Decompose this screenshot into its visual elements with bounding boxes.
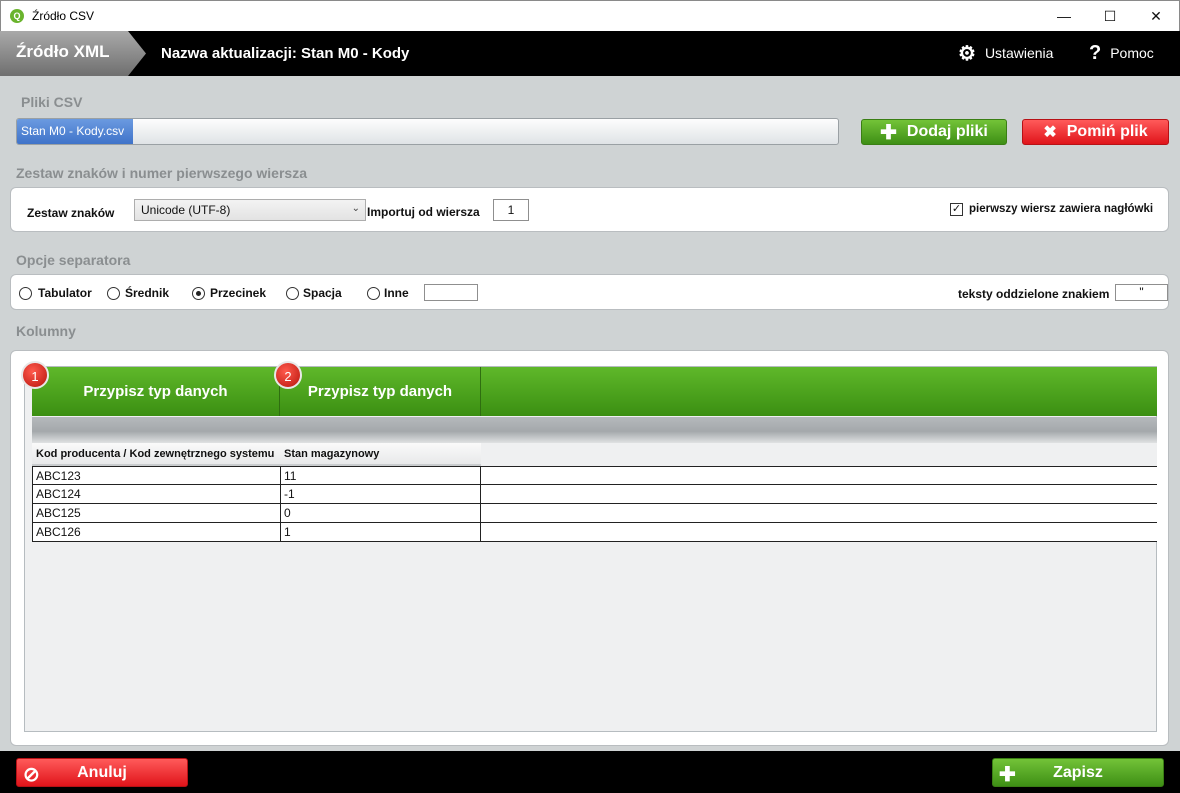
columns-section-title: Kolumny bbox=[16, 323, 76, 339]
column-badge-2: 2 bbox=[274, 361, 302, 389]
radio-comma[interactable] bbox=[192, 287, 205, 300]
update-title: Nazwa aktualizacji: Stan M0 - Kody bbox=[161, 45, 410, 62]
settings-label: Ustawienia bbox=[984, 45, 1054, 61]
add-files-label: Dodaj pliki bbox=[906, 123, 988, 140]
table-cell: ABC125 bbox=[32, 504, 280, 522]
assign-type-header: Przypisz typ danych Przypisz typ danych bbox=[32, 367, 1157, 416]
settings-link[interactable]: ⚙ Ustawienia bbox=[958, 40, 1053, 66]
column-header-1[interactable]: Kod producenta / Kod zewnętrznego system… bbox=[32, 443, 280, 466]
headers-checkbox-label: pierwszy wiersz zawiera nagłówki bbox=[969, 203, 1154, 215]
help-label: Pomoc bbox=[1110, 45, 1154, 61]
radio-other-label: Inne bbox=[384, 286, 409, 300]
plus-icon: ✚ bbox=[880, 121, 897, 144]
separator-section-title: Opcje separatora bbox=[16, 252, 131, 268]
assign-type-button-1[interactable]: Przypisz typ danych bbox=[32, 367, 280, 416]
maximize-button[interactable]: ☐ bbox=[1087, 1, 1133, 32]
text-qualifier-input[interactable]: " bbox=[1115, 284, 1168, 301]
x-icon: ✖ bbox=[1043, 124, 1057, 141]
charset-section-title: Zestaw znaków i numer pierwszego wiersza bbox=[16, 165, 307, 181]
radio-comma-label: Przecinek bbox=[210, 286, 267, 300]
header-separator-strip bbox=[32, 417, 1157, 443]
minimize-button[interactable]: — bbox=[1041, 1, 1087, 32]
data-rows: ABC123 11 ABC124 -1 ABC125 0 ABC126 1 bbox=[32, 466, 1157, 542]
columns-grid: Przypisz typ danych Przypisz typ danych … bbox=[21, 361, 1157, 732]
gear-icon: ⚙ bbox=[958, 42, 976, 65]
file-list[interactable]: Stan M0 - Kody.csv bbox=[16, 118, 839, 145]
table-cell: 0 bbox=[280, 504, 481, 522]
footer-bar: ⊘ Anuluj ✚ Zapisz bbox=[0, 751, 1180, 793]
charset-select[interactable]: Unicode (UTF-8) ⌄ bbox=[134, 199, 366, 221]
column-header-2[interactable]: Stan magazynowy bbox=[280, 443, 481, 466]
radio-space-label: Spacja bbox=[303, 286, 342, 300]
files-section-title: Pliki CSV bbox=[21, 94, 83, 110]
separator-panel: Tabulator Średnik Przecinek Spacja Inne … bbox=[10, 274, 1169, 310]
checkmark-icon: ✓ bbox=[951, 203, 962, 215]
header-bar: Źródło XML Nazwa aktualizacji: Stan M0 -… bbox=[0, 31, 1180, 76]
close-button[interactable]: ✕ bbox=[1133, 1, 1179, 32]
text-qualifier-label: teksty oddzielone znakiem bbox=[958, 287, 1110, 301]
column-headers: Kod producenta / Kod zewnętrznego system… bbox=[32, 443, 1157, 466]
window-title: Źródło CSV bbox=[32, 9, 95, 23]
assign-type-label-1: Przypisz typ danych bbox=[83, 383, 228, 400]
column-badge-1: 1 bbox=[21, 361, 49, 389]
table-cell: ABC126 bbox=[32, 523, 280, 541]
columns-panel: Przypisz typ danych Przypisz typ danych … bbox=[10, 350, 1169, 746]
help-link[interactable]: ? Pomoc bbox=[1089, 40, 1154, 66]
radio-tab-label: Tabulator bbox=[38, 286, 92, 300]
selected-file[interactable]: Stan M0 - Kody.csv bbox=[17, 119, 133, 144]
app-icon: Q bbox=[10, 9, 24, 23]
chevron-down-icon: ⌄ bbox=[351, 203, 360, 214]
assign-type-label-2: Przypisz typ danych bbox=[307, 383, 453, 400]
import-from-input[interactable]: 1 bbox=[493, 199, 529, 221]
assign-type-button-2[interactable]: Przypisz typ danych bbox=[280, 367, 481, 416]
skip-file-button[interactable]: ✖ Pomiń plik bbox=[1022, 119, 1169, 145]
cancel-button[interactable]: ⊘ Anuluj bbox=[16, 758, 188, 787]
table-row: ABC123 11 bbox=[32, 466, 1157, 485]
table-cell: 11 bbox=[280, 467, 481, 485]
window-titlebar: Q Źródło CSV — ☐ ✕ bbox=[0, 0, 1180, 31]
skip-file-label: Pomiń plik bbox=[1066, 123, 1148, 140]
add-files-button[interactable]: ✚ Dodaj pliki bbox=[861, 119, 1007, 145]
radio-semicolon-label: Średnik bbox=[125, 286, 170, 300]
table-cell: ABC123 bbox=[32, 467, 280, 485]
import-from-label: Importuj od wiersza bbox=[367, 205, 480, 219]
source-tab[interactable]: Źródło XML bbox=[0, 31, 146, 76]
charset-label: Zestaw znaków bbox=[27, 206, 115, 220]
table-cell: ABC124 bbox=[32, 485, 280, 503]
charset-value: Unicode (UTF-8) bbox=[141, 203, 231, 217]
save-button[interactable]: ✚ Zapisz bbox=[992, 758, 1164, 787]
table-cell: -1 bbox=[280, 485, 481, 503]
headers-checkbox[interactable]: ✓ bbox=[950, 203, 963, 216]
prohibited-icon: ⊘ bbox=[23, 764, 40, 786]
table-row: ABC124 -1 bbox=[32, 485, 1157, 504]
table-cell: 1 bbox=[280, 523, 481, 541]
question-mark-icon: ? bbox=[1089, 41, 1102, 64]
plus-icon: ✚ bbox=[999, 764, 1016, 786]
cancel-label: Anuluj bbox=[77, 763, 127, 781]
radio-tab[interactable] bbox=[19, 287, 32, 300]
radio-space[interactable] bbox=[286, 287, 299, 300]
table-row: ABC125 0 bbox=[32, 504, 1157, 523]
table-row: ABC126 1 bbox=[32, 523, 1157, 542]
source-tab-label: Źródło XML bbox=[16, 42, 110, 61]
save-label: Zapisz bbox=[1053, 763, 1103, 781]
radio-semicolon[interactable] bbox=[107, 287, 120, 300]
other-separator-input[interactable] bbox=[424, 284, 478, 301]
charset-panel: Zestaw znaków Unicode (UTF-8) ⌄ Importuj… bbox=[10, 187, 1169, 232]
radio-other[interactable] bbox=[367, 287, 380, 300]
